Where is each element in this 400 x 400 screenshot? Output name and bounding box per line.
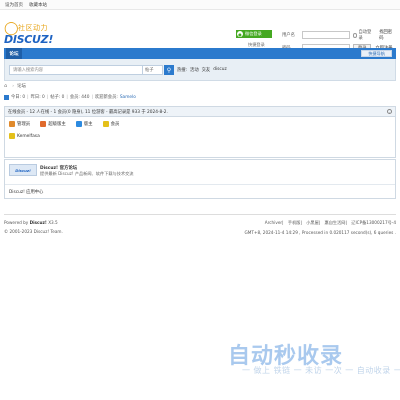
footer-left: Powered by Discuz! X3.5 © 2001-2023 Disc… — [4, 220, 63, 238]
watermark: 自动秒收录 一 做上 铁链 一 未访 一次 一 自动收录 一 — [228, 338, 400, 378]
divider — [5, 184, 395, 185]
version: X3.5 — [48, 220, 58, 225]
group-admin: 管理员 — [9, 121, 30, 127]
stats-icon — [4, 94, 9, 100]
group-label: 会员 — [110, 122, 120, 127]
top-bar: 设为首页 收藏本站 — [0, 0, 400, 10]
friend-link-text[interactable]: Discuz! 应用中心 — [9, 189, 43, 195]
gmt-info: GMT+8, 2024-11-4 14:29 , Processed in 0.… — [244, 230, 396, 235]
nav-item-forum[interactable]: 论坛 — [6, 48, 22, 59]
search-bar: 请输入搜索内容 帖子 ⚲ 热搜: 活动 交友 discuz — [4, 59, 396, 81]
stat-today: 今日: 0 — [11, 95, 26, 100]
group-label: 超级版主 — [48, 122, 66, 127]
online-header: 在线会员 - 12 人在线 - 1 会员(0 隐身), 11 位游客 - 最高记… — [5, 107, 395, 117]
stat-newest-label: 欢迎新会员: — [94, 95, 118, 100]
username-input[interactable] — [301, 31, 350, 39]
stat-yesterday: 昨日: 0 — [30, 95, 45, 100]
logo-en-text: DISCUZ! — [4, 33, 54, 46]
stat-members: 会员: 440 — [69, 95, 90, 100]
group-mod: 版主 — [75, 121, 93, 127]
wechat-login-label: 微信登录 — [245, 31, 262, 36]
search-type-select[interactable]: 帖子 — [143, 65, 163, 75]
bookmark-link[interactable]: 收藏本站 — [29, 2, 47, 8]
logo-cn-text: 社区动力 — [18, 24, 48, 32]
group-label: 版主 — [83, 122, 93, 127]
search-button[interactable]: ⚲ — [164, 65, 174, 75]
wechat-login: ● 微信登录 快捷登录 — [236, 30, 272, 48]
admin-icon — [9, 121, 15, 127]
hot-term[interactable]: 交友 — [202, 67, 211, 73]
stat-posts: 帖子: 0 — [50, 95, 65, 100]
collapse-icon[interactable]: - — [387, 109, 392, 114]
footer-divider — [4, 214, 396, 215]
online-title: 在线会员 - 12 人在线 - 1 会员(0 隐身), 11 位游客 - 最高记… — [8, 109, 168, 115]
wechat-icon: ● — [237, 31, 243, 37]
user-icon — [9, 133, 15, 139]
friend-links-panel: Discuz! Discuz! 官方论坛 提供最新 Discuz! 产品新闻、软… — [4, 159, 396, 199]
watermark-sub: 一 做上 铁链 一 未访 一次 一 自动收录 一 — [242, 366, 400, 375]
newest-member-link[interactable]: Samelo — [120, 95, 136, 100]
search-icon: ⚲ — [166, 66, 172, 74]
footer-link[interactable]: 手机版 — [288, 220, 301, 225]
friend-link-desc: 提供最新 Discuz! 产品新闻、软件下载与技术交流 — [40, 171, 134, 176]
online-user[interactable]: Kemelfasa — [5, 127, 395, 139]
set-homepage-link[interactable]: 设为首页 — [5, 2, 23, 8]
mod-icon — [75, 121, 82, 127]
footer-link[interactable]: Archiver — [265, 220, 282, 225]
hot-term[interactable]: 活动 — [190, 67, 199, 73]
online-user-name[interactable]: Kemelfasa — [17, 134, 40, 139]
breadcrumb-separator: › — [12, 83, 14, 89]
copyright: © 2001-2023 Discuz! Team. — [4, 229, 63, 234]
online-members-panel: 在线会员 - 12 人在线 - 1 会员(0 隐身), 11 位游客 - 最高记… — [4, 106, 396, 158]
breadcrumb: ⌂ › 论坛 — [4, 83, 26, 89]
footer-right: Archiver| 手机版| 小黑屋| 惠自生活网| 辽ICP备13000217… — [244, 220, 396, 235]
breadcrumb-forum[interactable]: 论坛 — [17, 83, 26, 89]
discuz-link-logo[interactable]: Discuz! — [9, 164, 37, 176]
member-groups: 管理员 超级版主 版主 会员 — [5, 117, 395, 127]
search-input[interactable]: 请输入搜索内容 — [9, 65, 143, 75]
group-label: 管理员 — [17, 122, 31, 127]
hot-label: 热搜: — [177, 68, 188, 73]
footer-link[interactable]: 小黑屋 — [306, 220, 319, 225]
nav-bar: 论坛 快捷导航 — [4, 48, 396, 59]
forum-page: 设为首页 收藏本站 ◯ 社区动力 DISCUZ! ● 微信登录 快捷登录 用户名… — [0, 0, 400, 400]
remember-label: 自动登录 — [358, 30, 372, 41]
hot-term[interactable]: discuz — [213, 67, 227, 73]
home-icon[interactable]: ⌂ — [4, 83, 7, 89]
super-mod-icon — [40, 121, 47, 127]
quick-nav-button[interactable]: 快捷导航 — [361, 50, 392, 57]
forum-stats: 今日: 0 | 昨日: 0 | 帖子: 0 | 会员: 440 | 欢迎新会员: Sam… — [4, 94, 136, 100]
member-icon — [102, 121, 109, 127]
username-label: 用户名 — [282, 33, 295, 38]
site-logo[interactable]: ◯ 社区动力 DISCUZ! — [4, 21, 53, 51]
forgot-password-link[interactable]: 找回密码 — [379, 29, 396, 41]
powered-brand[interactable]: Discuz! — [30, 220, 47, 225]
checkbox-icon — [352, 32, 358, 38]
header: ◯ 社区动力 DISCUZ! ● 微信登录 快捷登录 用户名 自动登录 找回密码 — [0, 10, 400, 52]
group-super-mod: 超级版主 — [40, 121, 66, 127]
footer-link[interactable]: 辽ICP备13000217号-4 — [351, 220, 396, 225]
hot-search: 热搜: 活动 交友 discuz — [177, 67, 230, 73]
wechat-login-button[interactable]: ● 微信登录 — [236, 30, 272, 38]
footer-link[interactable]: 惠自生活网 — [325, 220, 346, 225]
group-member: 会员 — [102, 121, 120, 127]
remember-checkbox[interactable]: 自动登录 — [352, 29, 376, 41]
powered-prefix: Powered by — [4, 220, 29, 225]
